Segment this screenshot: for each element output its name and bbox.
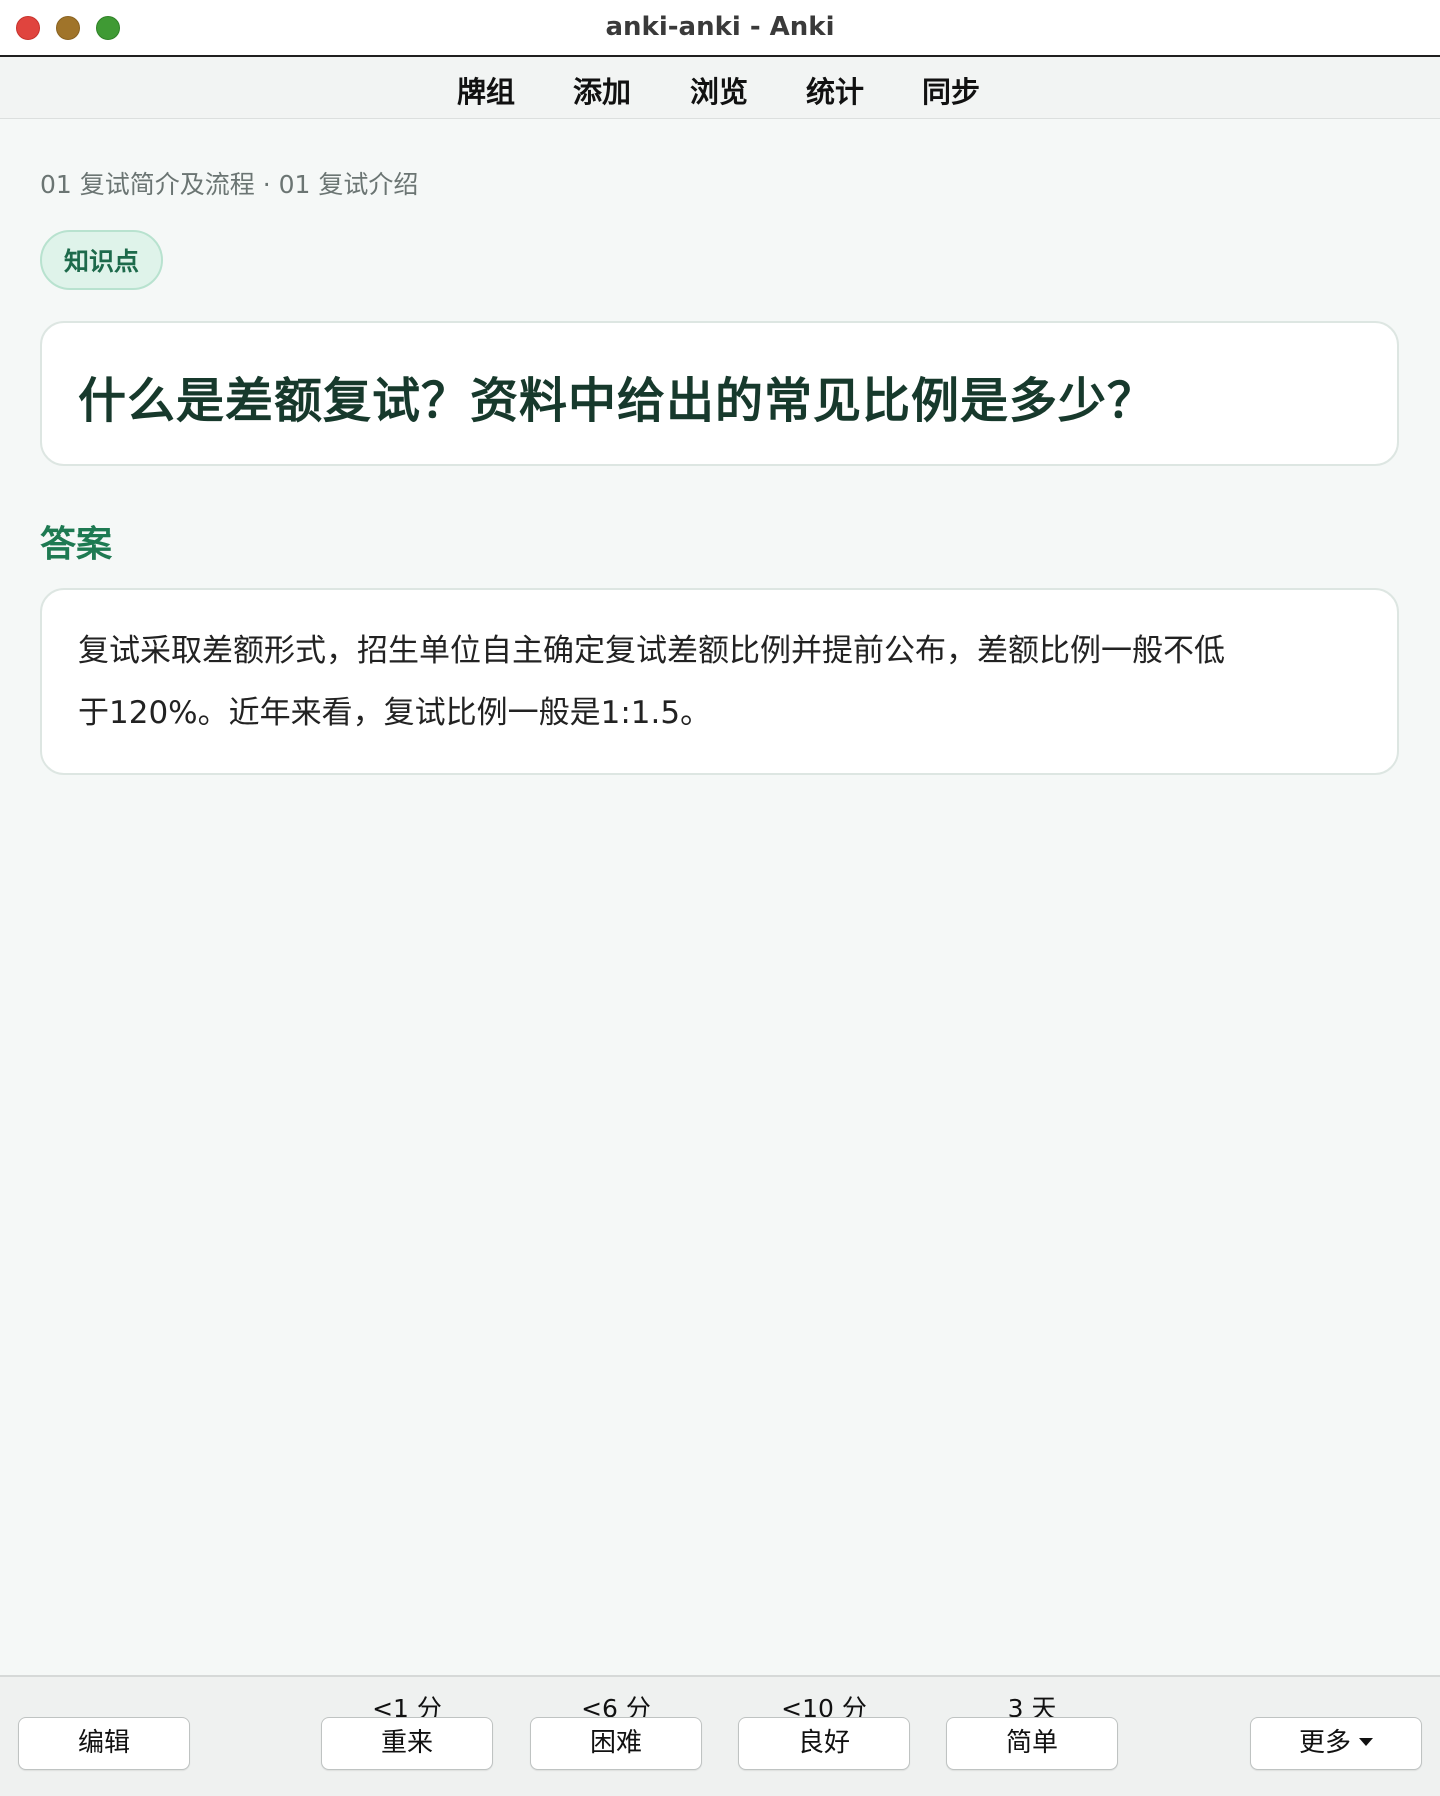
- toolbar-stats[interactable]: 统计: [806, 69, 864, 111]
- anki-window: anki-anki - Anki 牌组 添加 浏览 统计 同步 01 复试简介及…: [0, 0, 1440, 1796]
- answer-bar: 编辑 <1 分 重来 <6 分 困难 <10 分 良好 3 天 简单 更多: [0, 1675, 1440, 1796]
- window-title: anki-anki - Anki: [605, 12, 835, 42]
- easy-button[interactable]: 简单: [946, 1717, 1118, 1770]
- question-text: 什么是差额复试？资料中给出的常见比例是多少？: [78, 373, 1157, 429]
- more-button[interactable]: 更多: [1250, 1717, 1422, 1770]
- answer-card: 复试采取差额形式，招生单位自主确定复试差额比例并提前公布，差额比例一般不低 于1…: [40, 588, 1399, 775]
- answer-line: 复试采取差额形式，招生单位自主确定复试差额比例并提前公布，差额比例一般不低: [78, 633, 1225, 669]
- toolbar-add[interactable]: 添加: [573, 69, 631, 111]
- review-content: 01 复试简介及流程 · 01 复试介绍 知识点 什么是差额复试？资料中给出的常…: [0, 119, 1440, 1675]
- hard-button[interactable]: 困难: [530, 1717, 702, 1770]
- question-card: 什么是差额复试？资料中给出的常见比例是多少？: [40, 321, 1399, 466]
- edit-button[interactable]: 编辑: [18, 1717, 190, 1770]
- answer-heading: 答案: [40, 524, 113, 565]
- toolbar-sync[interactable]: 同步: [922, 69, 980, 111]
- answer-line: 于120%。近年来看，复试比例一般是1:1.5。: [78, 695, 712, 731]
- more-button-label: 更多: [1298, 1728, 1351, 1758]
- toolbar-decks[interactable]: 牌组: [457, 69, 515, 111]
- main-toolbar: 牌组 添加 浏览 统计 同步: [0, 57, 1440, 119]
- good-button[interactable]: 良好: [738, 1717, 910, 1770]
- caret-down-icon: [1359, 1737, 1373, 1746]
- deck-breadcrumb: 01 复试简介及流程 · 01 复试介绍: [40, 170, 419, 199]
- card-tag: 知识点: [40, 230, 164, 290]
- again-button[interactable]: 重来: [321, 1717, 493, 1770]
- answer-text: 复试采取差额形式，招生单位自主确定复试差额比例并提前公布，差额比例一般不低 于1…: [78, 620, 1361, 744]
- toolbar-browse[interactable]: 浏览: [690, 69, 748, 111]
- title-bar: anki-anki - Anki: [0, 0, 1440, 57]
